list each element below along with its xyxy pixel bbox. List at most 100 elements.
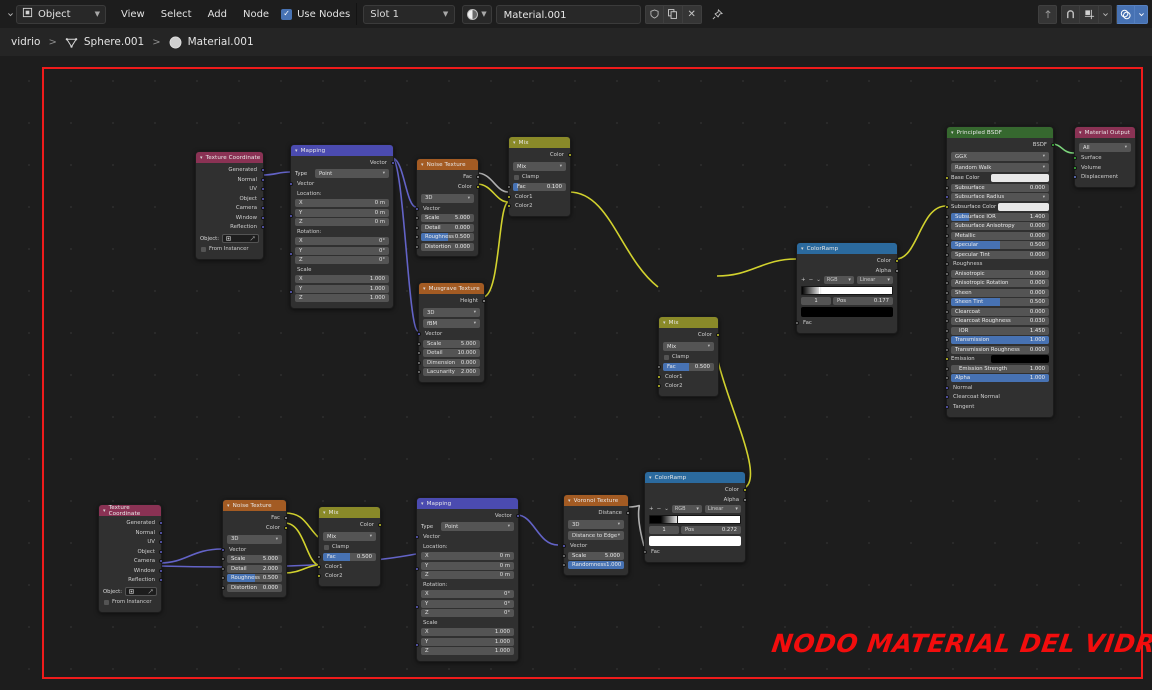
socket-color2[interactable] (657, 384, 661, 388)
socket-row-alpha[interactable]: Alpha (649, 496, 747, 504)
location-z-field[interactable]: Z 0 m (295, 218, 389, 226)
collapse-icon[interactable]: ▾ (663, 320, 666, 326)
socket-color2[interactable] (507, 204, 511, 208)
breadcrumb-item-material[interactable]: Material.001 (188, 36, 254, 48)
socket-row[interactable]: Normal (103, 529, 163, 537)
socket-sheen-tint[interactable] (945, 300, 949, 304)
voronoi-dimension-dropdown[interactable]: 3D ▾ (568, 520, 624, 529)
voronoi-randomness-slider[interactable]: Randomness 1.000 (568, 561, 624, 569)
socket-row-vector-in[interactable]: Vector (289, 180, 389, 188)
musgrave-mode-dropdown[interactable]: fBM ▾ (423, 319, 480, 328)
node-noise-texture-top[interactable]: ▾ Noise Texture Fac Color 3D ▾ Vector Sca… (415, 158, 480, 257)
socket-clearcoat[interactable] (945, 309, 949, 314)
anisotropic-slider[interactable]: Anisotropic 0.000 (951, 269, 1049, 278)
menu-view[interactable]: View (113, 5, 153, 24)
sheen-slider[interactable]: Sheen 0.000 (951, 288, 1049, 297)
mix-fac-slider[interactable]: Fac 0.500 (663, 363, 714, 371)
ramp-stop-pos-field[interactable]: Pos 0.177 (833, 297, 893, 305)
node-header[interactable]: ▾ Principled BSDF (947, 127, 1053, 138)
socket-row[interactable]: Object (200, 195, 265, 203)
subsurface-method-dropdown[interactable]: Random Walk ▾ (951, 163, 1049, 172)
socket-normal[interactable] (261, 177, 265, 182)
socket-anisotropic-rotation[interactable] (945, 281, 949, 285)
subsurface-color-swatch[interactable] (998, 203, 1049, 211)
material-slot-selector[interactable]: Slot 1 ▼ (363, 4, 456, 24)
socket-subsurface-radius[interactable] (945, 195, 949, 199)
socket-row-vector-in[interactable]: Vector (415, 533, 514, 541)
subsurface-radius-dropdown[interactable]: Subsurface Radius ▾ (951, 193, 1049, 201)
collapse-icon[interactable]: ▾ (227, 503, 230, 509)
subsurface-ior-slider[interactable]: Subsurface IOR 1.400 (951, 212, 1049, 221)
socket-reflection[interactable] (159, 578, 163, 582)
socket-row-color1[interactable]: Color1 (507, 193, 566, 201)
socket-vector-out[interactable] (516, 514, 520, 518)
musgrave-detail-field[interactable]: Detail 10.000 (423, 349, 480, 357)
socket-color-out[interactable] (568, 153, 572, 157)
socket-object[interactable] (261, 196, 265, 201)
voronoi-scale-slider[interactable]: Scale 5.000 (568, 551, 624, 560)
ramp-gradient-bar[interactable] (801, 286, 893, 295)
specular-slider[interactable]: Specular 0.500 (951, 241, 1049, 249)
node-header[interactable]: ▾ Noise Texture (223, 500, 286, 511)
socket-subsurface-anisotropy[interactable] (945, 224, 949, 228)
specular-tint-slider[interactable]: Specular Tint 0.000 (951, 250, 1049, 259)
socket-generated[interactable] (261, 168, 265, 172)
socket-displacement[interactable] (1073, 175, 1077, 179)
socket-row[interactable]: Normal (200, 176, 265, 184)
socket-row[interactable]: Window (103, 567, 163, 575)
socket-row[interactable]: Camera (103, 557, 163, 565)
socket-row-volume[interactable]: Volume (1073, 164, 1131, 172)
socket-row-color[interactable]: Color (227, 524, 288, 532)
distribution-dropdown[interactable]: GGX ▾ (951, 152, 1049, 161)
noise-roughness-slider[interactable]: Roughness 0.500 (227, 574, 282, 582)
node-texture-coordinate-top[interactable]: ▾ Texture Coordinate Generated Normal UV… (195, 151, 265, 260)
socket-row-fac[interactable]: Fac (643, 548, 741, 556)
mix-clamp-checkbox[interactable]: Clamp (513, 173, 566, 181)
node-colorramp-bottom[interactable]: ▾ ColorRamp Color Alpha + − ⌄ RGB ▾ Linea… (643, 471, 747, 563)
socket-row[interactable]: Generated (103, 519, 163, 527)
socket-vector-in[interactable] (289, 182, 293, 186)
socket-lacunarity[interactable] (417, 370, 421, 374)
ramp-stop-pos-field[interactable]: Pos 0.272 (681, 526, 741, 534)
socket-row[interactable]: Object (103, 548, 163, 556)
socket-row[interactable]: Reflection (200, 223, 265, 231)
socket-scale[interactable] (415, 642, 419, 647)
sheen-tint-slider[interactable]: Sheen Tint 0.500 (951, 298, 1049, 306)
use-nodes-toggle[interactable]: ✓ Use Nodes (281, 8, 350, 20)
socket-scale[interactable] (562, 553, 566, 558)
breadcrumb-item-object[interactable]: Sphere.001 (84, 36, 144, 48)
socket-row-distance[interactable]: Distance (568, 509, 630, 517)
socket-vector-out[interactable] (391, 161, 395, 165)
socket-row-fac[interactable]: Fac (227, 514, 288, 522)
socket-row[interactable]: Camera (200, 204, 265, 212)
mix-blend-dropdown[interactable]: Mix ▾ (513, 162, 566, 171)
socket-row-vector[interactable]: Vector (221, 546, 282, 554)
node-principled-bsdf[interactable]: ▾ Principled BSDF BSDF GGX ▾ Random Walk ▾… (945, 126, 1055, 418)
snap-magnet-icon[interactable] (1061, 4, 1080, 24)
socket-subsurface-color[interactable] (945, 205, 949, 209)
socket-row-color2[interactable]: Color2 (317, 572, 376, 580)
musgrave-lacunarity-field[interactable]: Lacunarity 2.000 (423, 368, 480, 376)
socket-reflection[interactable] (261, 225, 265, 229)
musgrave-scale-field[interactable]: Scale 5.000 (423, 339, 480, 348)
node-header[interactable]: ▾ Musgrave Texture (419, 283, 484, 294)
socket-uv[interactable] (159, 540, 163, 544)
socket-color[interactable] (895, 259, 899, 263)
socket-row[interactable]: Window (200, 214, 265, 222)
remove-stop-icon[interactable]: − (657, 506, 662, 512)
node-header[interactable]: ▾ Noise Texture (417, 159, 478, 170)
add-stop-icon[interactable]: + (801, 277, 806, 283)
add-stop-icon[interactable]: + (649, 506, 654, 512)
socket-vector[interactable] (562, 544, 566, 548)
collapse-icon[interactable]: ▾ (568, 498, 571, 504)
socket-row-vector-out[interactable]: Vector (421, 512, 520, 520)
menu-node[interactable]: Node (235, 5, 277, 24)
socket-distance[interactable] (626, 511, 630, 515)
collapse-icon[interactable]: ▾ (423, 286, 426, 292)
anisotropic-rotation-slider[interactable]: Anisotropic Rotation 0.000 (951, 279, 1049, 287)
editor-type-chevron-icon[interactable] (4, 5, 16, 24)
duplicate-icon[interactable] (663, 4, 683, 24)
socket-color1[interactable] (507, 194, 511, 199)
socket-row-color[interactable]: Color (649, 486, 747, 494)
socket-fac[interactable] (476, 175, 480, 179)
